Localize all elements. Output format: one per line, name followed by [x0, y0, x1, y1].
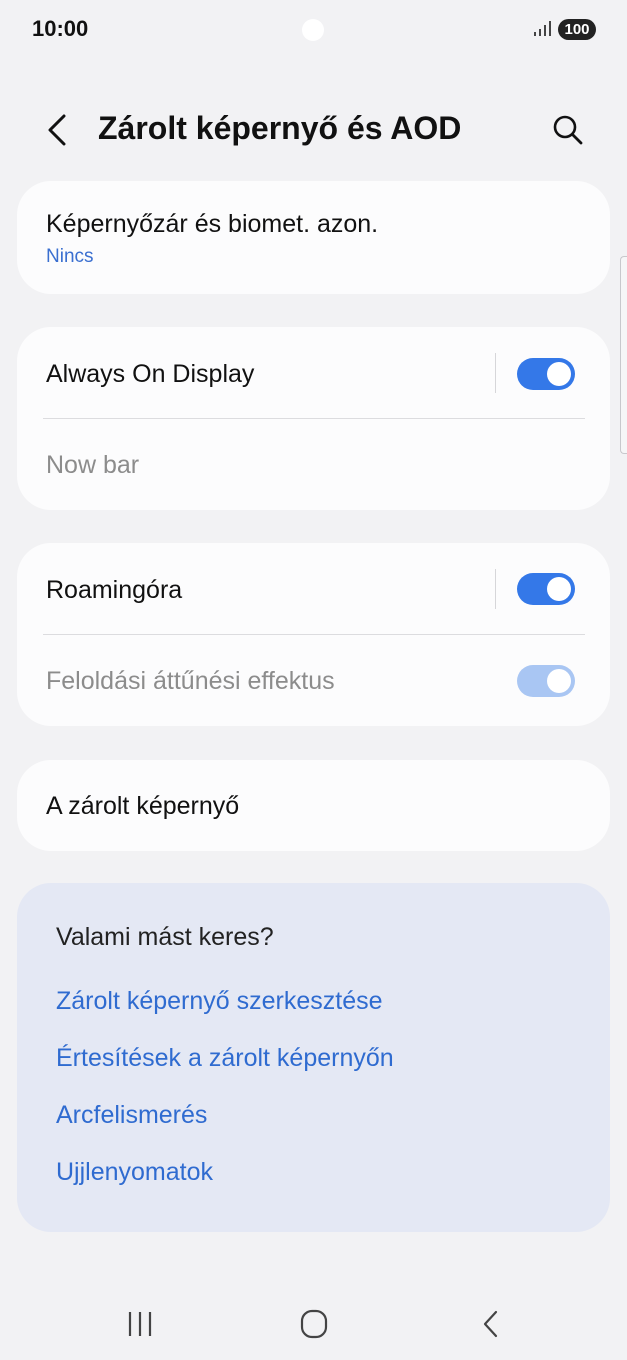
card-screen-lock: Képernyőzár és biomet. azon. Nincs	[17, 181, 610, 294]
unlock-effect-item[interactable]: Feloldási áttűnési effektus	[17, 635, 610, 726]
card-lock-screen: A zárolt képernyő	[17, 760, 610, 851]
home-button[interactable]	[292, 1304, 336, 1344]
back-button[interactable]	[36, 108, 80, 152]
unlock-effect-toggle[interactable]	[517, 665, 575, 697]
nav-back-button[interactable]	[468, 1304, 512, 1344]
app-header: Zárolt képernyő és AOD	[0, 96, 627, 162]
status-bar: 10:00 100	[0, 0, 627, 60]
suggestion-link-edit-lock-screen[interactable]: Zárolt képernyő szerkesztése	[56, 987, 383, 1016]
aod-label: Always On Display	[46, 360, 255, 388]
lock-screen-item[interactable]: A zárolt képernyő	[17, 760, 610, 851]
search-button[interactable]	[546, 108, 590, 152]
page-title: Zárolt képernyő és AOD	[98, 110, 462, 146]
now-bar-label: Now bar	[46, 451, 140, 479]
suggestions-title: Valami mást keres?	[56, 923, 274, 951]
unlock-effect-label: Feloldási áttűnési effektus	[46, 667, 335, 695]
screen: 10:00 100 Zárolt képernyő és AOD Képerny…	[0, 0, 627, 1360]
toggle-knob	[547, 577, 571, 601]
roaming-clock-item[interactable]: Roamingóra	[17, 543, 610, 635]
divider	[495, 569, 496, 609]
toggle-knob	[547, 669, 571, 693]
aod-toggle[interactable]	[517, 358, 575, 390]
screen-lock-value: Nincs	[46, 246, 94, 267]
screen-lock-item[interactable]: Képernyőzár és biomet. azon. Nincs	[17, 181, 610, 294]
divider	[495, 353, 496, 393]
aod-item[interactable]: Always On Display	[17, 327, 610, 419]
screen-lock-label: Képernyőzár és biomet. azon.	[46, 210, 379, 238]
lock-screen-label: A zárolt képernyő	[46, 792, 240, 820]
home-icon	[300, 1309, 328, 1339]
chevron-left-icon	[48, 114, 66, 146]
front-camera	[302, 19, 324, 41]
signal-icon	[534, 21, 551, 36]
card-roaming: Roamingóra Feloldási áttűnési effektus	[17, 543, 610, 726]
recent-apps-button[interactable]	[118, 1304, 162, 1344]
roaming-clock-label: Roamingóra	[46, 576, 183, 604]
search-icon	[553, 115, 583, 145]
battery-badge: 100	[558, 19, 596, 40]
status-time: 10:00	[32, 16, 89, 41]
back-icon	[483, 1310, 498, 1338]
toggle-knob	[547, 362, 571, 386]
suggestion-link-lock-screen-notifications[interactable]: Értesítések a zárolt képernyőn	[56, 1044, 394, 1073]
card-aod: Always On Display Now bar	[17, 327, 610, 510]
suggestion-link-fingerprints[interactable]: Ujjlenyomatok	[56, 1158, 213, 1187]
navigation-bar	[0, 1290, 627, 1360]
suggestion-link-face-recognition[interactable]: Arcfelismerés	[56, 1101, 207, 1130]
now-bar-item[interactable]: Now bar	[17, 419, 610, 510]
recent-apps-icon	[128, 1312, 152, 1336]
roaming-clock-toggle[interactable]	[517, 573, 575, 605]
suggestions-card: Valami mást keres? Zárolt képernyő szerk…	[17, 883, 610, 1232]
scrollbar[interactable]	[620, 256, 627, 454]
